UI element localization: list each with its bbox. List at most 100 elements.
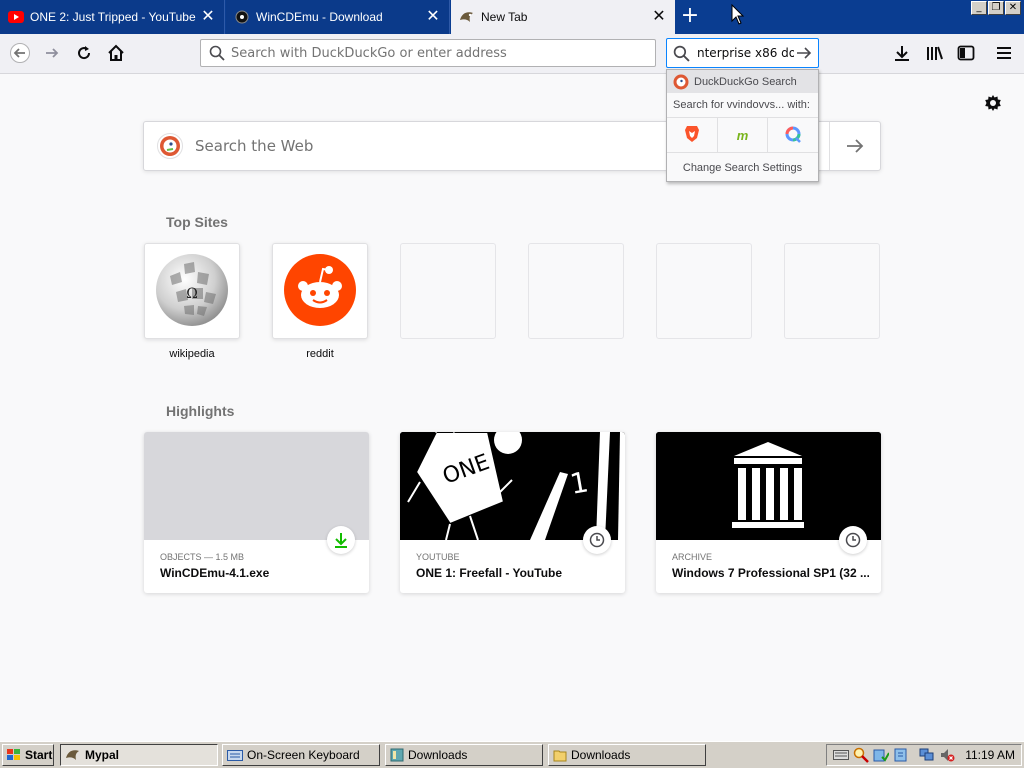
home-button[interactable]	[102, 40, 130, 68]
forward-arrow-icon	[43, 44, 61, 65]
downloads-button[interactable]	[888, 40, 916, 68]
taskbar-button-label: Mypal	[85, 748, 120, 762]
close-tab-icon[interactable]: ✕	[200, 9, 216, 25]
restore-button[interactable]: ❐	[988, 1, 1004, 15]
highlights-title: Highlights	[166, 403, 235, 419]
highlight-card[interactable]: ONE 1 YOUTUBE ONE 1: Freefall - YouTube	[400, 432, 625, 593]
search-input[interactable]	[695, 45, 796, 61]
folder-icon	[390, 748, 404, 762]
highlight-title: WinCDEmu-4.1.exe	[160, 566, 270, 580]
duckduckgo-icon	[673, 74, 689, 90]
highlight-thumbnail	[656, 432, 881, 540]
taskbar-button-label: On-Screen Keyboard	[247, 748, 360, 762]
library-icon	[925, 44, 943, 65]
download-icon	[327, 526, 355, 554]
top-site-empty	[784, 243, 880, 339]
minimize-button[interactable]: _	[971, 1, 987, 15]
mypal-icon	[459, 9, 475, 25]
windows-taskbar: Start Mypal On-Screen Keyboard Downloads…	[0, 741, 1024, 768]
highlight-title: Windows 7 Professional SP1 (32 ...	[672, 566, 869, 580]
gear-icon[interactable]	[984, 94, 1002, 112]
top-site-label: reddit	[306, 348, 334, 360]
reload-button[interactable]	[70, 40, 98, 68]
highlight-card[interactable]: OBJECTS — 1.5 MB WinCDEmu-4.1.exe	[144, 432, 369, 593]
highlight-thumbnail	[144, 432, 369, 540]
search-arrow-icon[interactable]	[829, 122, 880, 170]
mouse-cursor-icon	[731, 3, 745, 29]
home-icon	[107, 44, 125, 65]
menu-button[interactable]	[990, 40, 1018, 68]
close-window-button[interactable]: ✕	[1005, 1, 1021, 15]
highlight-card[interactable]: ARCHIVE Windows 7 Professional SP1 (32 .…	[656, 432, 881, 593]
search-bar[interactable]	[666, 38, 819, 68]
go-arrow-icon[interactable]	[796, 46, 818, 60]
navigation-toolbar	[0, 34, 1024, 74]
taskbar-button-mypal[interactable]: Mypal	[60, 744, 218, 766]
search-tray-icon[interactable]	[853, 747, 870, 763]
highlight-context: ARCHIVE	[672, 552, 713, 562]
new-tab-button[interactable]: +	[676, 5, 704, 29]
url-bar[interactable]	[200, 39, 656, 67]
qwant-search-button[interactable]	[768, 118, 818, 152]
top-site-empty	[528, 243, 624, 339]
folder-icon	[553, 748, 567, 762]
tab-new-tab[interactable]: New Tab ✕	[451, 0, 675, 34]
wikipedia-icon: Ω	[154, 252, 230, 331]
forward-button[interactable]	[38, 40, 66, 68]
highlight-context: YOUTUBE	[416, 552, 460, 562]
volume-muted-icon[interactable]	[939, 747, 955, 763]
clock-icon	[583, 526, 611, 554]
tab-wincdemu[interactable]: WinCDEmu - Download ✕	[226, 0, 450, 34]
url-input[interactable]	[229, 44, 655, 62]
update-tray-icon[interactable]	[893, 747, 909, 763]
sidebar-icon	[957, 45, 975, 64]
network-tray-icon[interactable]	[919, 747, 935, 763]
top-site-empty	[400, 243, 496, 339]
system-tray: 11:19 AM	[826, 744, 1022, 766]
library-button[interactable]	[920, 40, 948, 68]
search-engine-header[interactable]: DuckDuckGo Search	[667, 70, 818, 93]
svg-text:Ω: Ω	[186, 286, 198, 302]
taskbar-button-label: Downloads	[571, 748, 631, 762]
search-for-label: Search for vvindovvs... with:	[667, 93, 818, 118]
reddit-icon	[283, 253, 357, 330]
windows-logo-icon	[7, 749, 21, 761]
taskbar-button-label: Downloads	[408, 748, 468, 762]
sidebar-button[interactable]	[952, 40, 980, 68]
tab-title: ONE 2: Just Tripped - YouTube	[30, 10, 196, 24]
taskbar-button-downloads[interactable]: Downloads	[385, 744, 543, 766]
top-sites-title: Top Sites	[166, 214, 228, 230]
mojeek-search-button[interactable]: m	[718, 118, 769, 152]
reload-icon	[75, 44, 93, 65]
youtube-icon	[8, 9, 24, 25]
brave-icon	[684, 125, 700, 146]
back-button[interactable]	[6, 40, 34, 68]
tab-strip: ONE 2: Just Tripped - YouTube ✕ WinCDEmu…	[0, 0, 1024, 34]
top-site-wikipedia[interactable]: Ω	[144, 243, 240, 339]
highlight-thumbnail: ONE 1	[400, 432, 625, 540]
mojeek-icon: m	[736, 127, 749, 143]
search-icon	[209, 45, 229, 61]
taskbar-button-on-screen-keyboard[interactable]: On-Screen Keyboard	[222, 744, 380, 766]
top-site-empty	[656, 243, 752, 339]
one-off-engines: m	[667, 118, 818, 153]
close-tab-icon[interactable]: ✕	[425, 9, 441, 25]
clock-icon	[839, 526, 867, 554]
clock[interactable]: 11:19 AM	[965, 748, 1015, 762]
start-label: Start	[25, 748, 53, 762]
search-icon	[673, 45, 695, 62]
tab-title: New Tab	[481, 10, 528, 24]
tab-title: WinCDEmu - Download	[256, 10, 383, 24]
back-arrow-icon	[10, 42, 30, 66]
security-tray-icon[interactable]	[873, 747, 890, 763]
keyboard-tray-icon[interactable]	[833, 749, 850, 761]
change-search-settings-button[interactable]: Change Search Settings	[667, 153, 818, 183]
taskbar-button-downloads[interactable]: Downloads	[548, 744, 706, 766]
highlight-title: ONE 1: Freefall - YouTube	[416, 566, 563, 580]
top-site-reddit[interactable]	[272, 243, 368, 339]
tab-youtube[interactable]: ONE 2: Just Tripped - YouTube ✕	[0, 0, 225, 34]
brave-search-button[interactable]	[667, 118, 718, 152]
start-button[interactable]: Start	[2, 744, 54, 766]
close-tab-icon[interactable]: ✕	[651, 9, 667, 25]
wincdemu-icon	[234, 9, 250, 25]
